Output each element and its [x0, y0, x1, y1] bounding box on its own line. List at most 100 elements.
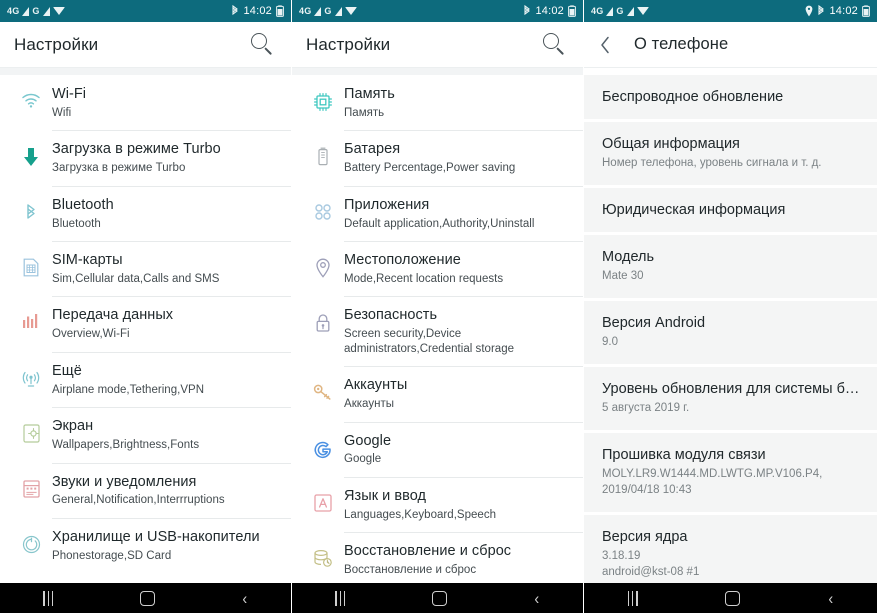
- wifi-icon: [52, 7, 65, 15]
- list-item-location[interactable]: Местоположение Mode,Recent location requ…: [292, 241, 583, 297]
- list-item-subtitle: Wifi: [52, 106, 72, 119]
- list-item-text: Передача данных Overview,Wi-Fi: [52, 306, 279, 342]
- memory-chip-icon: [302, 85, 344, 112]
- signal-triangle-icon: [606, 6, 614, 16]
- lock-icon: [302, 306, 344, 333]
- list-item-backup-reset[interactable]: Восстановление и сброс Восстановление и …: [292, 532, 583, 583]
- about-item-wireless-update[interactable]: Беспроводное обновление: [584, 75, 877, 123]
- recents-button[interactable]: [43, 590, 54, 606]
- status-bar-left: 4G G: [591, 6, 649, 16]
- list-item-subtitle: Восстановление и сброс: [344, 564, 477, 577]
- list-item-title: Аккаунты: [344, 377, 408, 394]
- battery-icon: [862, 5, 870, 17]
- list-item-subtitle: Mode,Recent location requests: [344, 272, 504, 285]
- about-phone-list[interactable]: Беспроводное обновление Общая информация…: [584, 68, 877, 583]
- list-item-title: Восстановление и сброс: [344, 543, 512, 560]
- about-item-value: Номер телефона, уровень сигнала и т. д.: [602, 157, 822, 170]
- list-item-title: Память: [344, 86, 395, 102]
- list-item-battery[interactable]: Батарея Battery Percentage,Power saving: [292, 130, 583, 186]
- about-item-security-patch-level[interactable]: Уровень обновления для системы б… 5 авгу…: [584, 367, 877, 434]
- page-title: Настройки: [306, 34, 391, 54]
- list-item-text: Google Google: [344, 432, 571, 468]
- status-bar-right: 14:02: [805, 5, 870, 17]
- list-item-accounts[interactable]: Аккаунты Аккаунты: [292, 366, 583, 422]
- list-item-display[interactable]: Экран Wallpapers,Brightness,Fonts: [0, 407, 291, 463]
- list-item-applications[interactable]: Приложения Default application,Authority…: [292, 185, 583, 242]
- list-item-text: Bluetooth Bluetooth: [52, 196, 279, 232]
- broadcast-tower-icon: [10, 362, 52, 388]
- list-item-language-input[interactable]: Язык и ввод Languages,Keyboard,Speech: [292, 476, 583, 533]
- status-bar: 4G G 14:02: [0, 0, 291, 22]
- list-item-subtitle: Default application,Authority,Uninstall: [344, 217, 535, 230]
- about-item-kernel-version[interactable]: Версия ядра 3.18.19 android@kst-08 #1: [584, 515, 877, 583]
- list-item-title: Экран: [52, 418, 94, 435]
- navigation-bar[interactable]: ‹: [0, 583, 291, 613]
- list-item-sim-cards[interactable]: SIM-карты Sim,Cellular data,Calls and SM…: [0, 241, 291, 297]
- list-item-subtitle: Bluetooth: [52, 217, 101, 230]
- clock-label: 14:02: [535, 5, 564, 17]
- list-item-title: Язык и ввод: [344, 487, 427, 504]
- settings-list[interactable]: Память Память Батарея Battery Percentage…: [292, 68, 583, 583]
- about-item-general-info[interactable]: Общая информация Номер телефона, уровень…: [584, 122, 877, 189]
- navigation-bar[interactable]: ‹: [292, 583, 583, 613]
- network-g-label: G: [32, 6, 40, 16]
- home-button[interactable]: [432, 590, 448, 606]
- search-icon[interactable]: [249, 31, 277, 59]
- battery-icon: [568, 5, 576, 17]
- back-button[interactable]: ‹: [242, 590, 247, 607]
- list-item-title: Звуки и уведомления: [52, 473, 197, 490]
- navigation-bar[interactable]: ‹: [584, 583, 877, 613]
- list-item-turbo-download[interactable]: Загрузка в режиме Turbo Загрузка в режим…: [0, 130, 291, 186]
- list-item-text: Восстановление и сброс Восстановление и …: [344, 542, 571, 578]
- list-item-text: Ещё Airplane mode,Tethering,VPN: [52, 362, 279, 398]
- network-4g-label: 4G: [299, 6, 312, 16]
- settings-list[interactable]: Wi-Fi Wifi Загрузка в режиме Turbo Загру…: [0, 68, 291, 583]
- wifi-icon: [636, 7, 649, 15]
- home-button[interactable]: [140, 590, 156, 606]
- battery-icon: [302, 140, 344, 166]
- clock-label: 14:02: [243, 5, 272, 17]
- signal-triangle-icon: [22, 6, 30, 16]
- list-item-text: Аккаунты Аккаунты: [344, 376, 571, 412]
- about-item-title: Уровень обновления для системы б…: [602, 381, 860, 398]
- back-chevron-icon[interactable]: [594, 34, 616, 56]
- list-item-more[interactable]: Ещё Airplane mode,Tethering,VPN: [0, 351, 291, 408]
- phone-screen-about-phone: 4G G 14:02 О телефоне Беспроводное обнов…: [584, 0, 877, 613]
- about-item-title: Прошивка модуля связи: [602, 447, 766, 464]
- list-item-memory[interactable]: Память Память: [292, 75, 583, 131]
- three-phone-screenshots: 4G G 14:02 Настройки Wi-Fi Wifi Загрузка…: [0, 0, 877, 613]
- battery-icon: [276, 5, 284, 17]
- recents-button[interactable]: [627, 590, 638, 606]
- list-item-data-usage[interactable]: Передача данных Overview,Wi-Fi: [0, 296, 291, 352]
- recents-button[interactable]: [335, 590, 346, 606]
- list-item-subtitle: Battery Percentage,Power saving: [344, 162, 516, 175]
- list-item-google[interactable]: Google Google: [292, 421, 583, 477]
- about-item-android-version[interactable]: Версия Android 9.0: [584, 301, 877, 368]
- list-item-sound-notifications[interactable]: Звуки и уведомления General,Notification…: [0, 462, 291, 518]
- search-icon[interactable]: [541, 31, 569, 59]
- home-button[interactable]: [725, 590, 741, 606]
- about-item-model[interactable]: Модель Mate 30: [584, 235, 877, 302]
- list-item-title: Wi-Fi: [52, 86, 87, 102]
- back-button[interactable]: ‹: [534, 590, 539, 607]
- signal-triangle-icon: [314, 6, 322, 16]
- list-item-subtitle: Google: [344, 453, 382, 466]
- list-item-wifi[interactable]: Wi-Fi Wifi: [0, 75, 291, 131]
- display-icon: [10, 417, 52, 443]
- about-item-baseband-version[interactable]: Прошивка модуля связи MOLY.LR9.W1444.MD.…: [584, 433, 877, 516]
- bluetooth-icon: [523, 5, 531, 17]
- about-item-legal-info[interactable]: Юридическая информация: [584, 188, 877, 236]
- list-item-subtitle: Аккаунты: [344, 398, 395, 410]
- list-item-bluetooth[interactable]: Bluetooth Bluetooth: [0, 185, 291, 242]
- sound-notification-icon: [10, 473, 52, 498]
- list-item-security[interactable]: Безопасность Screen security,Device admi…: [292, 296, 583, 367]
- signal-triangle-icon: [42, 6, 50, 16]
- back-button[interactable]: ‹: [828, 590, 833, 607]
- network-4g-label: 4G: [7, 6, 20, 16]
- list-item-subtitle: Память: [344, 106, 385, 119]
- wifi-icon: [10, 85, 52, 108]
- storage-icon: [10, 528, 52, 554]
- list-top-divider: [0, 68, 291, 75]
- list-item-storage-usb[interactable]: Хранилище и USB-накопители Phonestorage,…: [0, 517, 291, 574]
- list-item-title: Передача данных: [52, 307, 174, 324]
